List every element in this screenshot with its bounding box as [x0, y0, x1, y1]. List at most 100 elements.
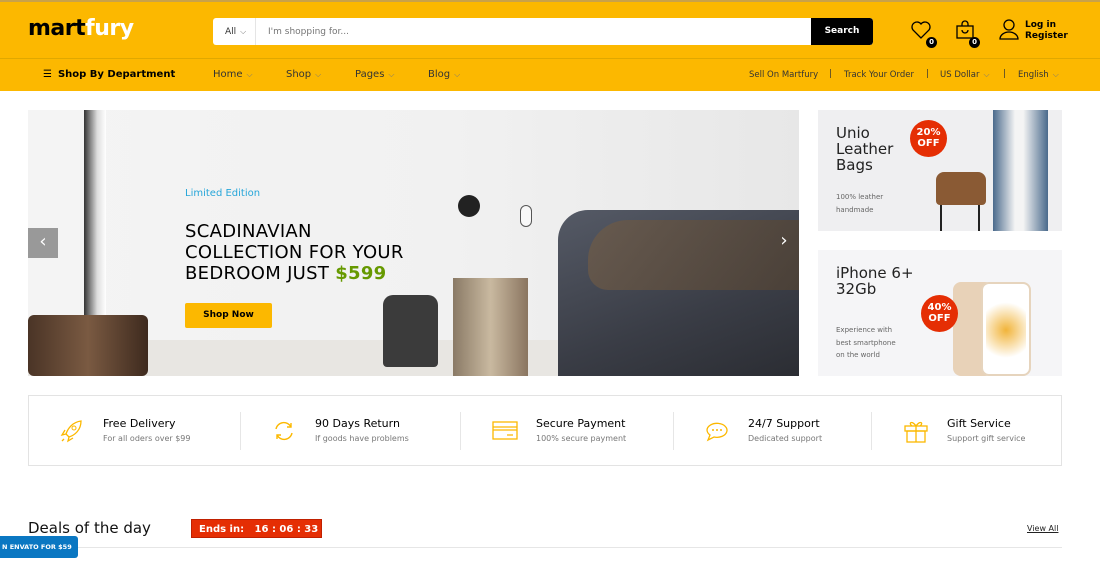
- gift-icon: [904, 421, 928, 443]
- shop-by-department-menu[interactable]: ☰ Shop By Department: [43, 69, 175, 80]
- phone-front-image: [981, 282, 1031, 376]
- cart-button[interactable]: 0: [955, 20, 980, 48]
- chat-icon: [706, 422, 728, 442]
- wishlist-count: 0: [926, 37, 937, 48]
- divider: |: [1003, 69, 1006, 79]
- nav-bar: ☰ Shop By Department Home ⌵ Shop ⌵ Pages ⌵ B…: [0, 58, 1100, 91]
- promo-sub-line: Experience with: [836, 326, 893, 334]
- refresh-icon: [275, 421, 293, 441]
- promo-title: Unio Leather Bags: [836, 125, 893, 173]
- divider: [28, 547, 1062, 548]
- hero-line: COLLECTION FOR YOUR: [185, 242, 404, 263]
- hero-title: SCADINAVIAN COLLECTION FOR YOUR BEDROOM JU…: [185, 221, 404, 284]
- shop-now-button[interactable]: Shop Now: [185, 303, 272, 328]
- sell-link[interactable]: Sell On Martfury: [749, 70, 818, 80]
- header: martfury All⌵ Search 0 0 Log in Register: [0, 0, 1100, 58]
- promo-title: iPhone 6+ 32Gb: [836, 265, 914, 297]
- nav-blog[interactable]: Blog ⌵: [428, 69, 460, 80]
- promo-sub-line: handmade: [836, 205, 874, 214]
- nav-label: Blog: [428, 69, 451, 80]
- nav-home[interactable]: Home ⌵: [213, 69, 253, 80]
- search-bar: All⌵ Search: [213, 18, 873, 45]
- buy-envato-button[interactable]: N ENVATO FOR $59: [0, 536, 78, 558]
- discount-badge: 20% OFF: [910, 120, 947, 157]
- hero-slider: Limited Edition SCADINAVIAN COLLECTION FO…: [28, 110, 799, 376]
- badge-percent: 20%: [916, 127, 941, 138]
- language-label: English: [1018, 70, 1049, 80]
- chevron-down-icon: ⌵: [315, 70, 322, 79]
- hero-image-lamp: [458, 195, 480, 217]
- feature-subtitle: Dedicated support: [748, 434, 823, 443]
- discount-badge: 40% OFF: [921, 295, 958, 332]
- category-label: All: [225, 27, 237, 37]
- divider: [460, 412, 461, 450]
- search-button[interactable]: Search: [811, 18, 873, 45]
- logo[interactable]: martfury: [28, 16, 134, 41]
- chevron-down-icon: ⌵: [240, 27, 247, 36]
- divider: |: [926, 69, 929, 79]
- features-bar: Free Delivery For all oders over $99 90 …: [28, 395, 1062, 466]
- login-link[interactable]: Log in: [1025, 20, 1068, 31]
- search-category-select[interactable]: All ⌵: [213, 18, 256, 45]
- feature-title: 90 Days Return: [315, 417, 400, 430]
- promo-stool-image: [940, 205, 980, 231]
- credit-card-icon: [492, 421, 518, 440]
- promo-subtitle: 100% leather handmade: [836, 191, 883, 216]
- hero-image-bag: [383, 295, 438, 367]
- promo-title-line: Bags: [836, 156, 873, 174]
- hero-line: BEDROOM JUST: [185, 263, 336, 284]
- hero-price: $599: [335, 263, 387, 284]
- department-label: Shop By Department: [57, 69, 176, 80]
- promo-leather-bags[interactable]: Unio Leather Bags 100% leather handmade 20%…: [818, 110, 1062, 231]
- hero-eyebrow: Limited Edition: [185, 188, 261, 199]
- currency-label: US Dollar: [940, 70, 980, 80]
- cart-count: 0: [969, 37, 980, 48]
- hero-image-side-table: [453, 278, 528, 376]
- divider: [871, 412, 872, 450]
- next-slide-arrow-icon[interactable]: ›: [769, 227, 799, 257]
- language-select[interactable]: English ⌵: [1018, 70, 1059, 80]
- account-links: Log in Register: [1025, 20, 1068, 42]
- countdown-badge: Ends in: 16 : 06 : 33: [191, 519, 322, 538]
- feature-subtitle: If goods have problems: [315, 434, 409, 443]
- hero-image-bulb: [520, 205, 532, 227]
- promo-sub-line: best smartphone: [836, 338, 896, 347]
- promo-bag-image: [936, 172, 986, 205]
- badge-off: OFF: [928, 313, 951, 324]
- prev-slide-arrow-icon[interactable]: ‹: [28, 228, 58, 258]
- nav-label: Shop: [286, 69, 312, 80]
- badge-percent: 40%: [927, 302, 952, 313]
- rocket-icon: [60, 420, 82, 443]
- promo-subtitle: Experience with best smartphone on the wor…: [836, 324, 896, 362]
- view-all-link[interactable]: View All: [1027, 524, 1058, 533]
- promo-sub-line: on the world: [836, 351, 880, 359]
- feature-title: Free Delivery: [103, 417, 176, 430]
- feature-title: Gift Service: [947, 417, 1011, 430]
- promo-title-line: 32Gb: [836, 280, 877, 298]
- countdown-timer: 16 : 06 : 33: [254, 524, 319, 535]
- chevron-down-icon: ⌵: [983, 70, 990, 79]
- wishlist-button[interactable]: 0: [910, 20, 937, 48]
- feature-subtitle: 100% secure payment: [536, 434, 627, 443]
- currency-select[interactable]: US Dollar ⌵: [940, 70, 990, 80]
- promo-iphone[interactable]: iPhone 6+ 32Gb Experience with best smartp…: [818, 250, 1062, 376]
- nav-label: Home: [213, 69, 243, 80]
- nav-shop[interactable]: Shop ⌵: [286, 69, 321, 80]
- user-icon[interactable]: [998, 18, 1020, 44]
- divider: [240, 412, 241, 450]
- promo-sub-line: 100% leather: [836, 193, 884, 201]
- chevron-down-icon: ⌵: [1052, 70, 1059, 79]
- divider: |: [829, 69, 832, 79]
- promo-man-image: [993, 110, 1048, 231]
- badge-off: OFF: [917, 138, 940, 149]
- hero-image-stool: [28, 315, 148, 376]
- divider: [673, 412, 674, 450]
- search-input[interactable]: [256, 18, 811, 45]
- chevron-down-icon: ⌵: [388, 70, 395, 79]
- logo-light-text: fury: [85, 16, 134, 41]
- feature-subtitle: Support gift service: [947, 434, 1026, 443]
- menu-icon: ☰: [43, 69, 52, 80]
- nav-pages[interactable]: Pages ⌵: [355, 69, 395, 80]
- register-link[interactable]: Register: [1025, 31, 1068, 42]
- track-order-link[interactable]: Track Your Order: [844, 70, 914, 80]
